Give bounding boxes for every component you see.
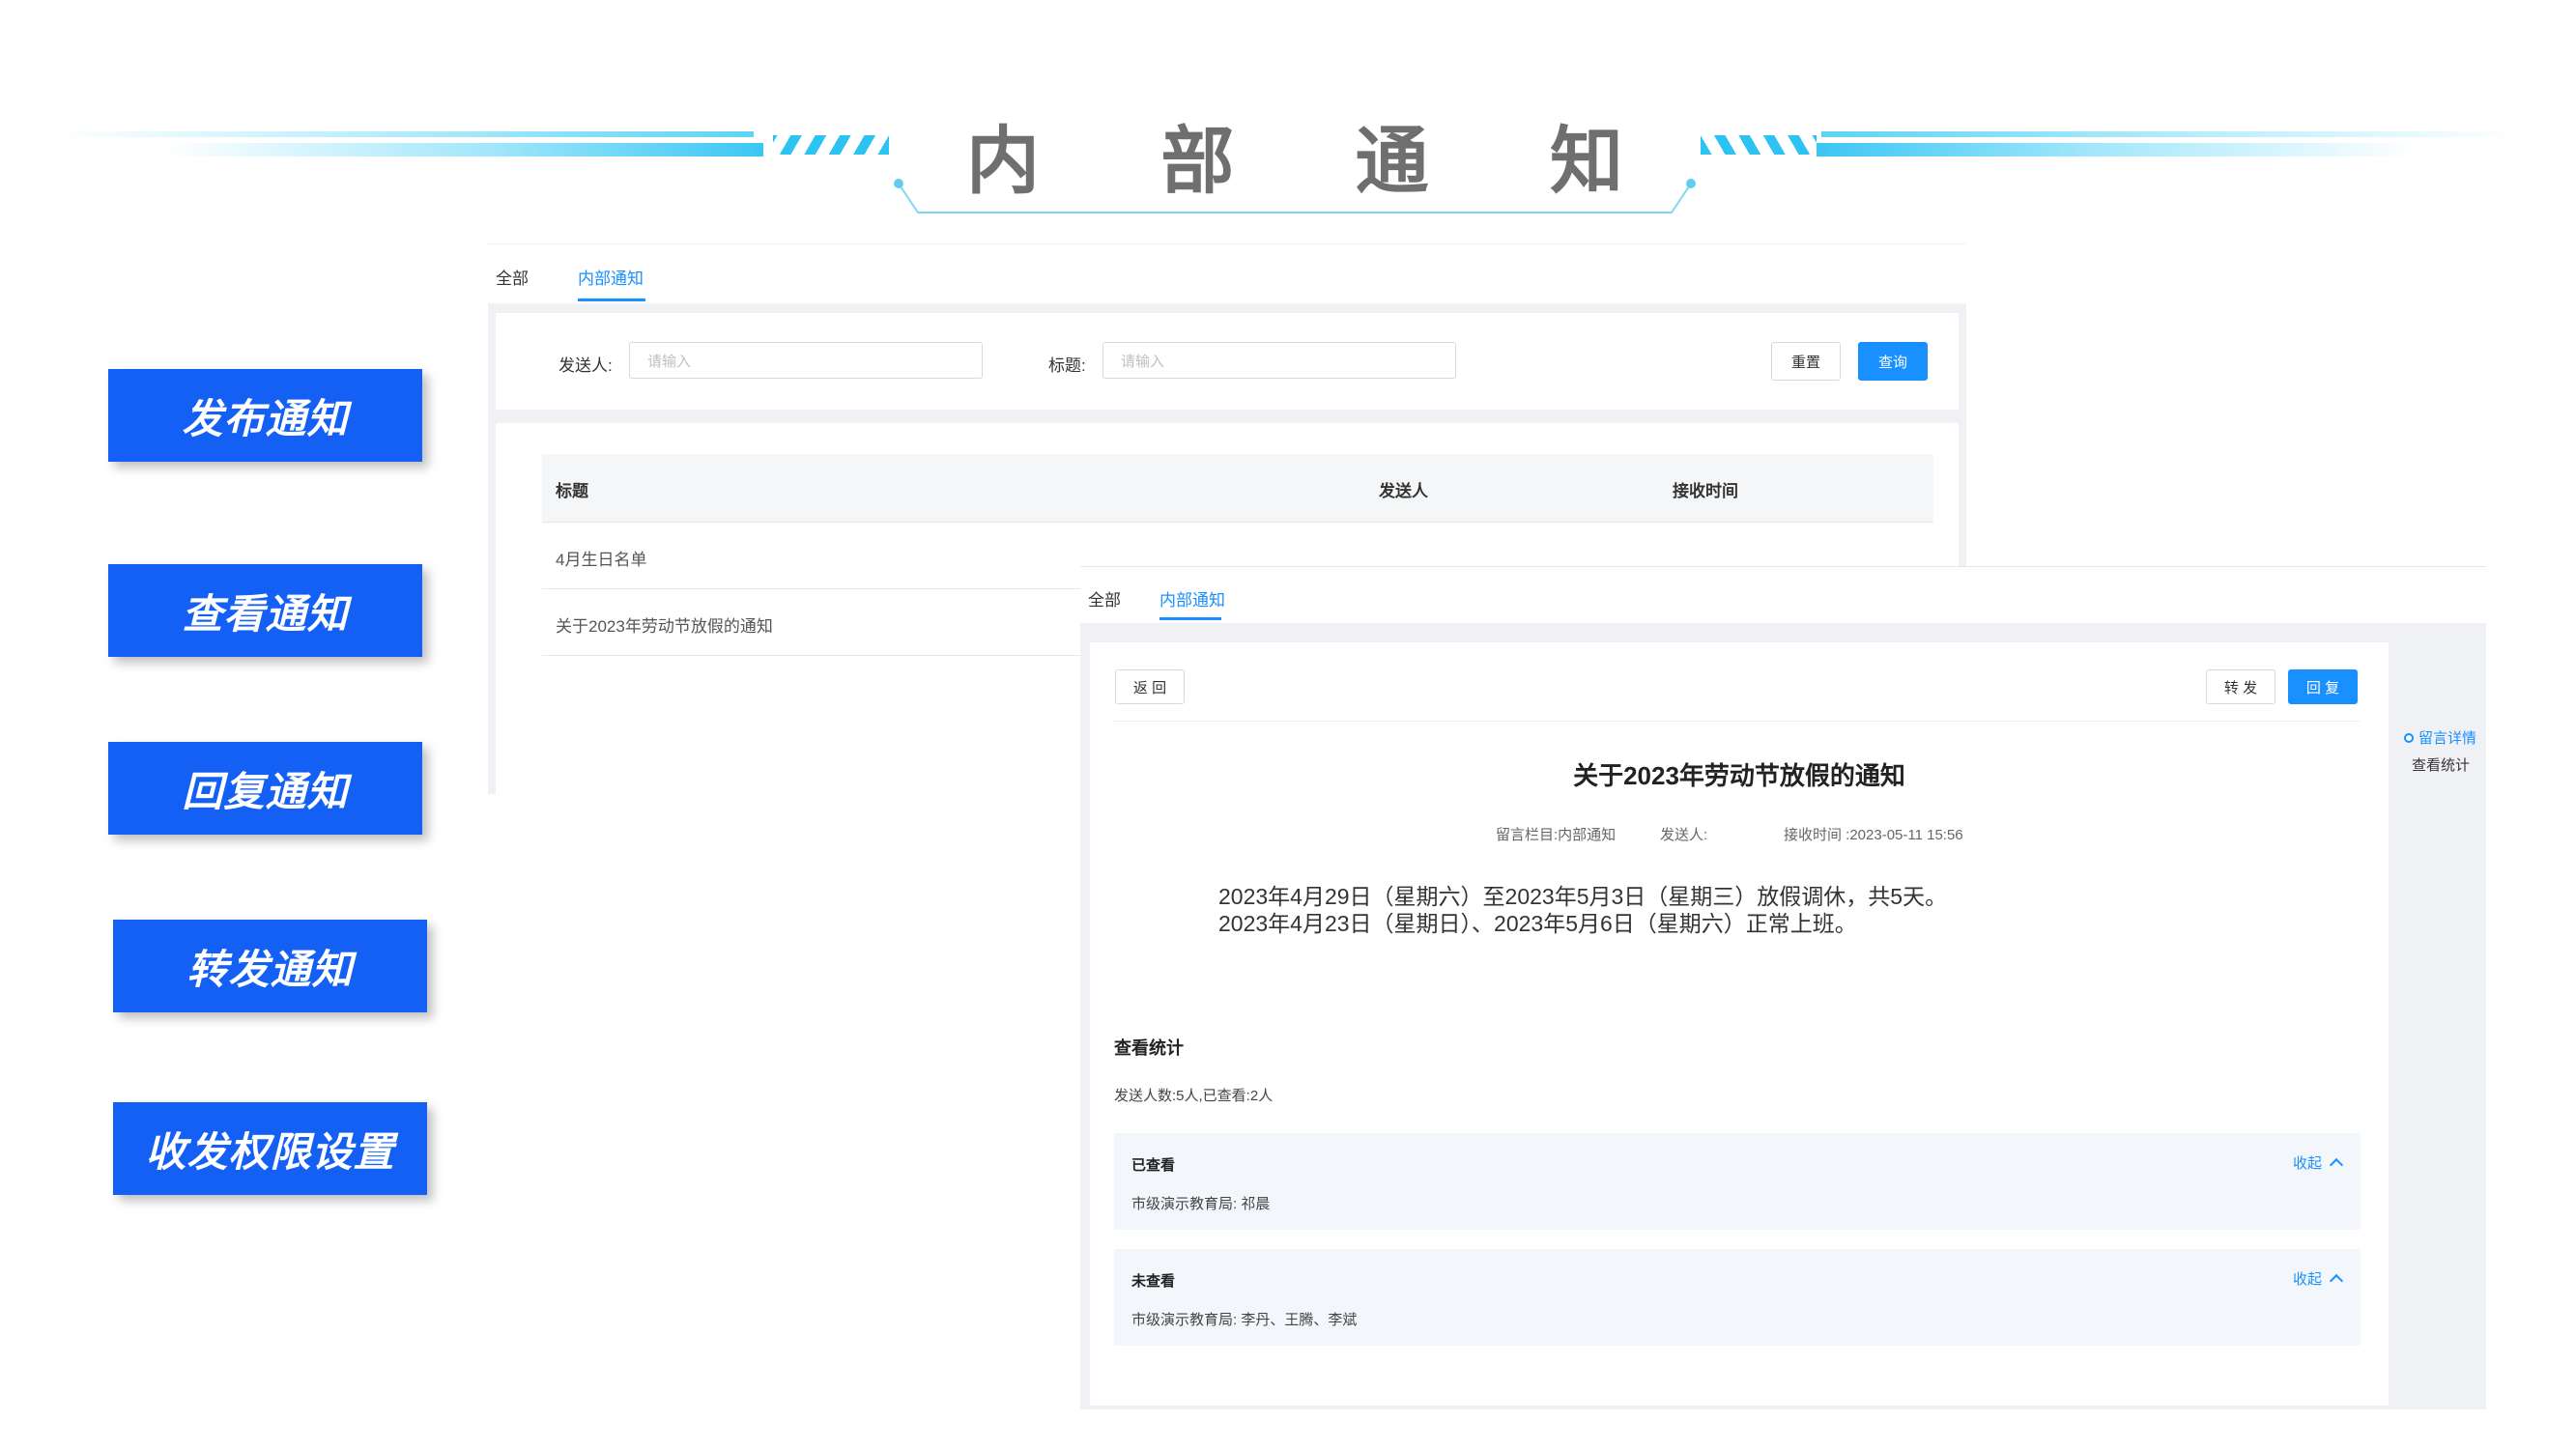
notice-column: 留言栏目:内部通知 (1496, 827, 1617, 843)
header-stripes-left (773, 135, 889, 155)
anchor-dot-icon (2404, 733, 2414, 743)
page-title-char: 通 (1355, 118, 1429, 204)
reply-button[interactable]: 回 复 (2288, 669, 2358, 704)
unviewed-collapse-panel: 未查看 市级演示教育局: 李丹、王腾、李斌 收起 (1114, 1249, 2361, 1346)
detail-tab-bar: 全部 内部通知 (1080, 567, 2486, 623)
notice-received-time: 接收时间 :2023-05-11 15:56 (1784, 827, 1963, 843)
page-title: 内 部 通 知 (908, 101, 1681, 208)
unviewed-list: 市级演示教育局: 李丹、王腾、李斌 (1131, 1312, 1358, 1328)
back-button[interactable]: 返 回 (1115, 669, 1185, 704)
column-received-time: 接收时间 (1673, 482, 1738, 500)
sender-input[interactable]: 请输入 (629, 342, 983, 379)
anchor-view-stats[interactable]: 查看统计 (2412, 754, 2470, 775)
viewed-list: 市级演示教育局: 祁晨 (1131, 1196, 1271, 1212)
tab-internal-notice[interactable]: 内部通知 (578, 265, 644, 289)
row-title: 4月生日名单 (556, 551, 647, 569)
table-header: 标题 发送人 接收时间 (542, 454, 1933, 523)
chevron-up-icon (2329, 1273, 2344, 1289)
unviewed-title: 未查看 (1131, 1273, 1176, 1290)
notice-detail-window: 全部 内部通知 返 回 转 发 回 复 关于2023年劳动节放假的通知 留言栏目… (1080, 566, 2486, 1409)
publish-notice-button[interactable]: 发布通知 (108, 369, 422, 462)
forward-notice-button[interactable]: 转发通知 (113, 920, 427, 1012)
search-button[interactable]: 查询 (1858, 342, 1928, 381)
viewed-collapse-panel: 已查看 市级演示教育局: 祁晨 收起 (1114, 1133, 2361, 1230)
notice-title: 关于2023年劳动节放假的通知 (1573, 761, 1905, 790)
unviewed-collapse-toggle[interactable]: 收起 (2292, 1268, 2344, 1289)
tab-all[interactable]: 全部 (496, 265, 529, 289)
active-tab-indicator (1159, 617, 1221, 620)
viewed-collapse-toggle[interactable]: 收起 (2292, 1152, 2344, 1173)
header-line-right (1821, 131, 2517, 137)
permission-settings-button[interactable]: 收发权限设置 (113, 1102, 427, 1195)
view-notice-button[interactable]: 查看通知 (108, 564, 422, 657)
header-stripes-right (1701, 135, 1817, 155)
row-title: 关于2023年劳动节放假的通知 (556, 617, 773, 636)
detail-panel: 返 回 转 发 回 复 关于2023年劳动节放假的通知 留言栏目:内部通知 发送… (1090, 642, 2389, 1406)
reply-notice-button[interactable]: 回复通知 (108, 742, 422, 835)
anchor-comment-details[interactable]: 留言详情 (2419, 727, 2476, 748)
title-label: 标题: (1048, 356, 1086, 375)
divider (488, 243, 1966, 244)
tab-internal-notice[interactable]: 内部通知 (1159, 586, 1225, 611)
forward-button[interactable]: 转 发 (2206, 669, 2275, 704)
page-title-char: 部 (1160, 118, 1235, 204)
sender-label: 发送人: (558, 356, 613, 375)
view-stats-summary: 发送人数:5人,已查看:2人 (1114, 1088, 1274, 1104)
notice-sender: 发送人: (1660, 827, 1708, 843)
view-stats-heading: 查看统计 (1114, 1038, 1184, 1058)
header-glow-right (1817, 143, 2416, 156)
header-glow-left (164, 143, 763, 156)
reset-button[interactable]: 重置 (1771, 342, 1841, 381)
column-sender: 发送人 (1379, 482, 1428, 500)
collapse-label: 收起 (2292, 1155, 2322, 1172)
page-title-char: 知 (1549, 118, 1623, 204)
page-title-char: 内 (966, 118, 1040, 204)
chevron-up-icon (2329, 1157, 2344, 1173)
active-tab-indicator (578, 298, 645, 301)
divider (1113, 721, 2360, 722)
filter-panel: 发送人: 请输入 标题: 请输入 重置 查询 (496, 313, 1959, 410)
collapse-label: 收起 (2292, 1271, 2322, 1288)
title-input[interactable]: 请输入 (1102, 342, 1456, 379)
tab-all[interactable]: 全部 (1088, 586, 1121, 611)
notice-body-line: 2023年4月23日（星期日）、2023年5月6日（星期六）正常上班。 (1218, 911, 1857, 936)
header-line-left (58, 131, 754, 137)
column-title: 标题 (556, 482, 588, 500)
viewed-title: 已查看 (1131, 1157, 1176, 1174)
